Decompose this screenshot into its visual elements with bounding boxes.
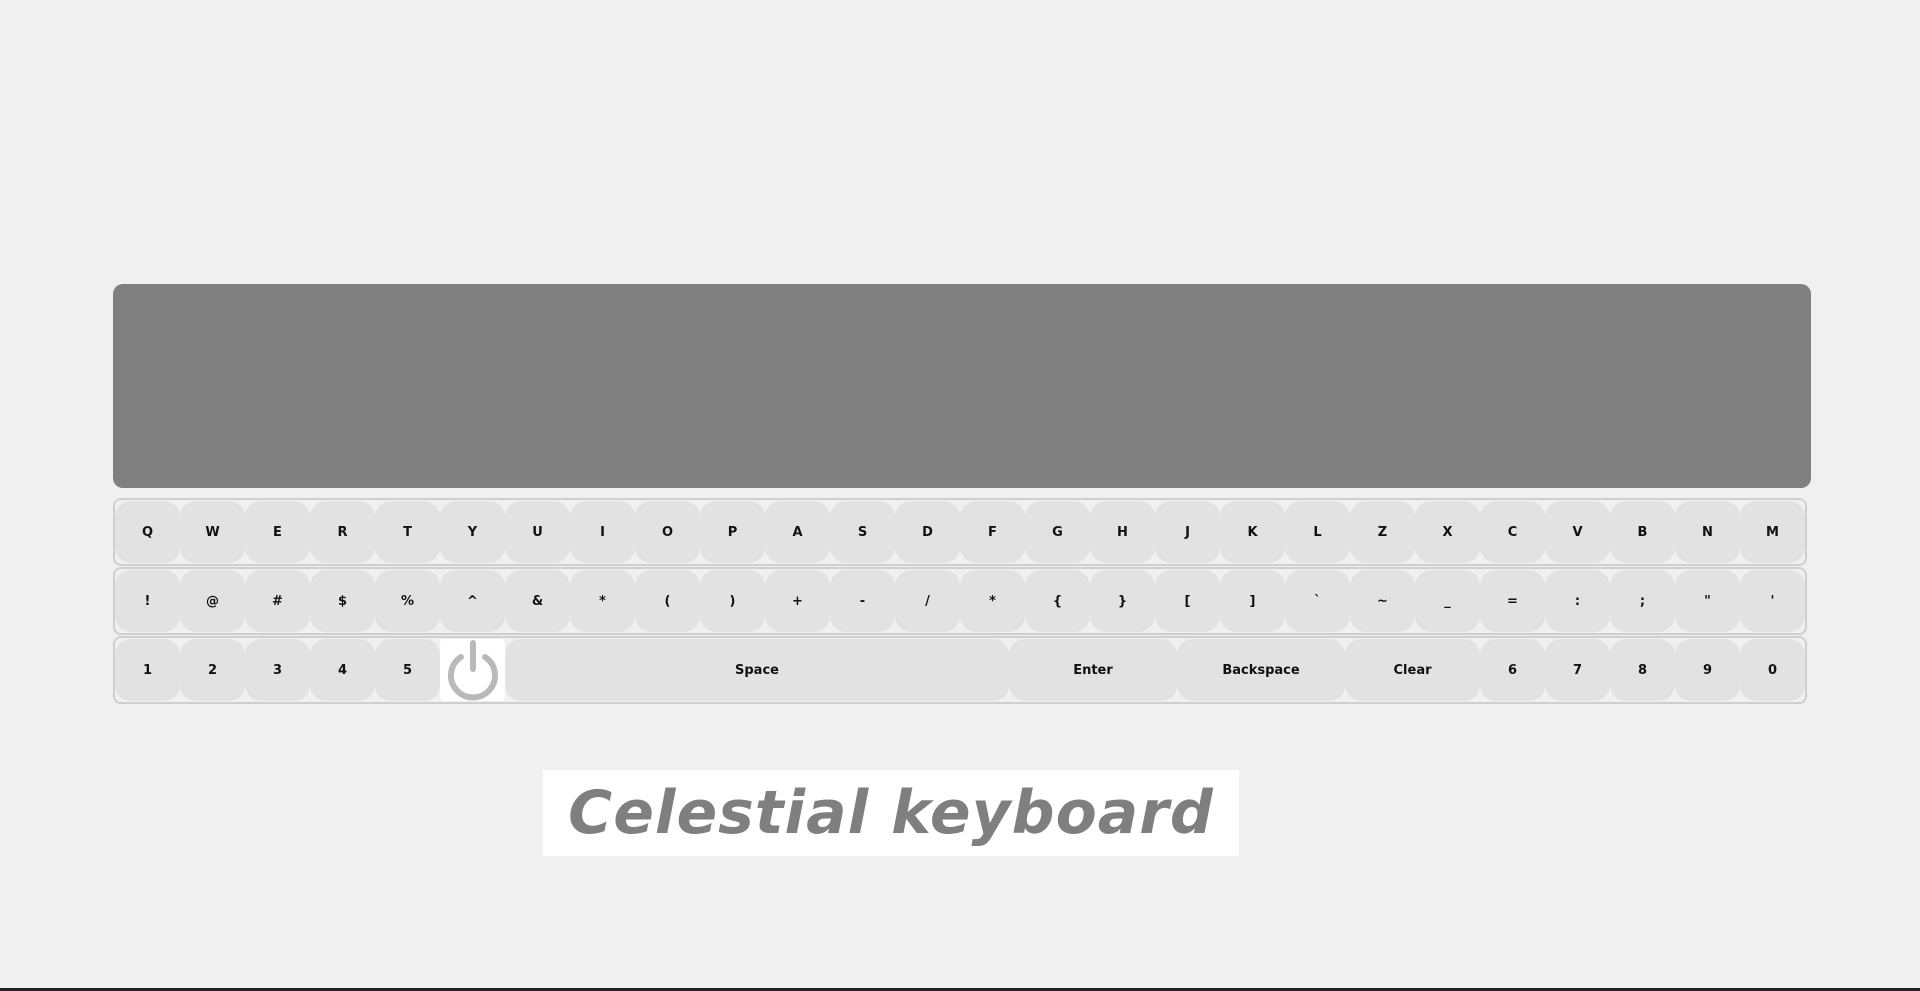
key-m[interactable]: M bbox=[1740, 501, 1805, 563]
key-open-brace[interactable]: { bbox=[1025, 570, 1090, 632]
key-1[interactable]: 1 bbox=[115, 639, 180, 701]
key-underscore[interactable]: _ bbox=[1415, 570, 1480, 632]
page: Q W E R T Y U I O P A S D F G H J K L Z … bbox=[0, 0, 1920, 991]
key-x[interactable]: X bbox=[1415, 501, 1480, 563]
key-close-bracket[interactable]: ] bbox=[1220, 570, 1285, 632]
key-l[interactable]: L bbox=[1285, 501, 1350, 563]
clear-key[interactable]: Clear bbox=[1345, 639, 1480, 701]
key-n[interactable]: N bbox=[1675, 501, 1740, 563]
key-w[interactable]: W bbox=[180, 501, 245, 563]
key-colon[interactable]: : bbox=[1545, 570, 1610, 632]
enter-key[interactable]: Enter bbox=[1009, 639, 1177, 701]
key-tilde[interactable]: ~ bbox=[1350, 570, 1415, 632]
key-y[interactable]: Y bbox=[440, 501, 505, 563]
key-t[interactable]: T bbox=[375, 501, 440, 563]
key-exclamation[interactable]: ! bbox=[115, 570, 180, 632]
key-z[interactable]: Z bbox=[1350, 501, 1415, 563]
key-plus[interactable]: + bbox=[765, 570, 830, 632]
key-8[interactable]: 8 bbox=[1610, 639, 1675, 701]
key-o[interactable]: O bbox=[635, 501, 700, 563]
key-b[interactable]: B bbox=[1610, 501, 1675, 563]
key-slash[interactable]: / bbox=[895, 570, 960, 632]
key-double-quote[interactable]: " bbox=[1675, 570, 1740, 632]
key-percent[interactable]: % bbox=[375, 570, 440, 632]
key-minus[interactable]: - bbox=[830, 570, 895, 632]
key-j[interactable]: J bbox=[1155, 501, 1220, 563]
key-s[interactable]: S bbox=[830, 501, 895, 563]
key-3[interactable]: 3 bbox=[245, 639, 310, 701]
key-d[interactable]: D bbox=[895, 501, 960, 563]
key-f[interactable]: F bbox=[960, 501, 1025, 563]
key-close-paren[interactable]: ) bbox=[700, 570, 765, 632]
key-open-bracket[interactable]: [ bbox=[1155, 570, 1220, 632]
key-v[interactable]: V bbox=[1545, 501, 1610, 563]
key-asterisk-2[interactable]: * bbox=[960, 570, 1025, 632]
keyboard-row-symbols: ! @ # $ % ^ & * ( ) + - / * { } [ ] ` ~ … bbox=[113, 567, 1807, 635]
key-ampersand[interactable]: & bbox=[505, 570, 570, 632]
power-button[interactable] bbox=[440, 639, 505, 701]
key-single-quote[interactable]: ' bbox=[1740, 570, 1805, 632]
key-g[interactable]: G bbox=[1025, 501, 1090, 563]
key-k[interactable]: K bbox=[1220, 501, 1285, 563]
key-p[interactable]: P bbox=[700, 501, 765, 563]
key-asterisk[interactable]: * bbox=[570, 570, 635, 632]
key-7[interactable]: 7 bbox=[1545, 639, 1610, 701]
key-5[interactable]: 5 bbox=[375, 639, 440, 701]
key-2[interactable]: 2 bbox=[180, 639, 245, 701]
key-backtick[interactable]: ` bbox=[1285, 570, 1350, 632]
keyboard-row-controls: 1 2 3 4 5 Space Enter Backspace Clear 6 … bbox=[113, 636, 1807, 704]
key-c[interactable]: C bbox=[1480, 501, 1545, 563]
key-a[interactable]: A bbox=[765, 501, 830, 563]
space-key[interactable]: Space bbox=[505, 639, 1009, 701]
key-open-paren[interactable]: ( bbox=[635, 570, 700, 632]
key-r[interactable]: R bbox=[310, 501, 375, 563]
key-close-brace[interactable]: } bbox=[1090, 570, 1155, 632]
backspace-key[interactable]: Backspace bbox=[1177, 639, 1345, 701]
key-9[interactable]: 9 bbox=[1675, 639, 1740, 701]
key-hash[interactable]: # bbox=[245, 570, 310, 632]
logo: Celestial keyboard bbox=[543, 770, 1239, 856]
key-0[interactable]: 0 bbox=[1740, 639, 1805, 701]
key-h[interactable]: H bbox=[1090, 501, 1155, 563]
key-e[interactable]: E bbox=[245, 501, 310, 563]
keyboard-row-letters: Q W E R T Y U I O P A S D F G H J K L Z … bbox=[113, 498, 1807, 566]
key-at[interactable]: @ bbox=[180, 570, 245, 632]
key-dollar[interactable]: $ bbox=[310, 570, 375, 632]
logo-text: Celestial keyboard bbox=[568, 778, 1214, 848]
key-i[interactable]: I bbox=[570, 501, 635, 563]
power-icon bbox=[447, 640, 498, 701]
text-display bbox=[113, 284, 1811, 488]
key-4[interactable]: 4 bbox=[310, 639, 375, 701]
key-u[interactable]: U bbox=[505, 501, 570, 563]
key-semicolon[interactable]: ; bbox=[1610, 570, 1675, 632]
key-q[interactable]: Q bbox=[115, 501, 180, 563]
key-caret[interactable]: ^ bbox=[440, 570, 505, 632]
key-equals[interactable]: = bbox=[1480, 570, 1545, 632]
key-6[interactable]: 6 bbox=[1480, 639, 1545, 701]
